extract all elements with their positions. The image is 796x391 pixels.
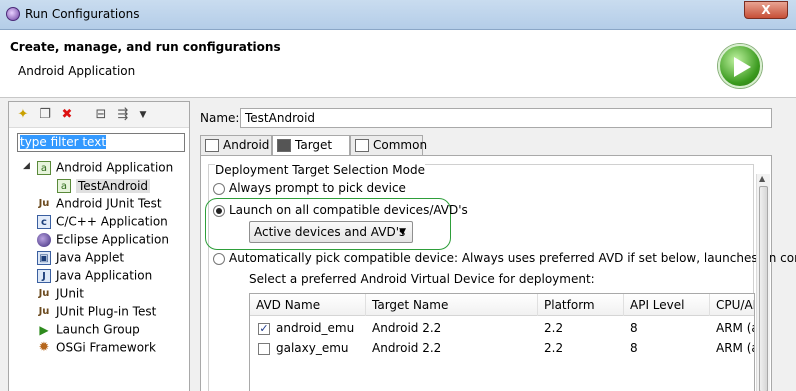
close-button[interactable]: X (744, 1, 788, 19)
col-api-level[interactable]: API Level (624, 294, 710, 316)
radio-dot (213, 252, 225, 265)
panel-scrollbar[interactable]: ▲ (756, 174, 770, 391)
scroll-up-icon[interactable]: ▲ (759, 174, 765, 183)
scrollbar-thumb[interactable] (759, 186, 768, 391)
group-title: Deployment Target Selection Mode (215, 163, 425, 177)
avd-checkbox[interactable] (258, 342, 270, 355)
view-menu-icon[interactable]: ▼ (135, 107, 151, 123)
android-app-icon: a (37, 160, 51, 175)
radio-dot (213, 182, 225, 195)
device-mode-select[interactable]: Active devices and AVD's ▼ (249, 221, 413, 243)
tree-item-osgi-framework[interactable]: ✹ OSGi Framework (37, 338, 156, 356)
tab-target[interactable]: Target (272, 135, 350, 156)
tab-common[interactable]: Common (350, 135, 427, 155)
radio-auto-pick[interactable]: Automatically pick compatible device: Al… (213, 251, 796, 265)
tab-android[interactable]: Android (200, 135, 272, 155)
osgi-icon: ✹ (38, 339, 50, 355)
tree-item-java-applet[interactable]: ▣ Java Applet (37, 248, 124, 266)
name-label: Name: (200, 111, 240, 125)
tree-item-android-junit[interactable]: Ju Android JUnit Test (37, 194, 162, 212)
col-target-name[interactable]: Target Name (366, 294, 538, 316)
radio-always-prompt[interactable]: Always prompt to pick device (213, 181, 406, 195)
c-app-icon: c (37, 214, 51, 229)
radio-launch-all[interactable]: Launch on all compatible devices/AVD's (213, 203, 468, 217)
java-applet-icon: ▣ (37, 250, 51, 265)
junit-plugin-icon: Ju (38, 305, 50, 317)
junit-icon: Ju (38, 287, 50, 299)
tree-item-java-application[interactable]: J Java Application (37, 266, 152, 284)
new-config-icon[interactable]: ✦ (15, 107, 31, 123)
target-panel: Deployment Target Selection Mode Always … (200, 155, 796, 391)
tree-item-junit[interactable]: Ju JUnit (37, 284, 84, 302)
eclipse-icon (37, 232, 51, 247)
android-tab-icon (205, 139, 219, 152)
config-toolbar: ✦ ❐ ✖ ⊟ ⇶ ▼ (9, 102, 189, 128)
title-bar: Run Configurations X (0, 0, 796, 30)
junit-icon: Ju (38, 197, 50, 209)
common-tab-icon (355, 139, 369, 152)
config-list-pane: ✦ ❐ ✖ ⊟ ⇶ ▼ type filter text ◢ a Android … (8, 101, 190, 391)
avd-table: AVD Name Target Name Platform API Level … (249, 293, 755, 391)
expand-arrow-icon[interactable]: ◢ (23, 161, 30, 171)
target-device-icon (277, 139, 291, 152)
radio-dot-selected (213, 204, 225, 217)
collapse-all-icon[interactable]: ⊟ (93, 107, 109, 123)
avd-select-label: Select a preferred Android Virtual Devic… (249, 272, 595, 286)
col-platform[interactable]: Platform (538, 294, 624, 316)
run-play-icon (718, 44, 762, 88)
eclipse-app-icon (6, 7, 20, 21)
duplicate-icon[interactable]: ❐ (37, 107, 53, 123)
header-subtitle: Android Application (18, 64, 136, 78)
tree-item-cpp-application[interactable]: c C/C++ Application (37, 212, 168, 230)
avd-table-header: AVD Name Target Name Platform API Level … (250, 294, 754, 316)
filter-input[interactable]: type filter text (17, 133, 185, 152)
tree-item-eclipse-application[interactable]: Eclipse Application (37, 230, 169, 248)
tree-item-junit-plugin[interactable]: Ju JUnit Plug-in Test (37, 302, 157, 320)
col-cpu-abi[interactable]: CPU/AB (710, 294, 754, 316)
avd-checkbox-checked[interactable]: ✓ (258, 322, 270, 335)
launch-group-icon: ▶ (39, 322, 49, 337)
chevron-down-icon: ▼ (399, 227, 406, 237)
name-field[interactable]: TestAndroid (240, 108, 772, 128)
java-app-icon: J (37, 268, 51, 283)
delete-icon[interactable]: ✖ (59, 107, 75, 123)
table-row[interactable]: galaxy_emu Android 2.2 2.2 8 ARM (a (250, 338, 754, 358)
window-title: Run Configurations (25, 7, 140, 21)
filter-icon[interactable]: ⇶ (115, 107, 131, 123)
header-title: Create, manage, and run configurations (10, 40, 281, 54)
tree-item-testandroid[interactable]: a TestAndroid (57, 176, 151, 194)
col-avd-name[interactable]: AVD Name (250, 294, 366, 316)
filter-placeholder: type filter text (20, 135, 107, 149)
tree-item-launch-group[interactable]: ▶ Launch Group (37, 320, 139, 338)
tree-item-android-application[interactable]: a Android Application (37, 158, 173, 176)
android-config-icon: a (57, 178, 71, 193)
dialog-header: Create, manage, and run configurations A… (0, 30, 796, 98)
table-row[interactable]: ✓ android_emu Android 2.2 2.2 8 ARM (a (250, 318, 754, 338)
